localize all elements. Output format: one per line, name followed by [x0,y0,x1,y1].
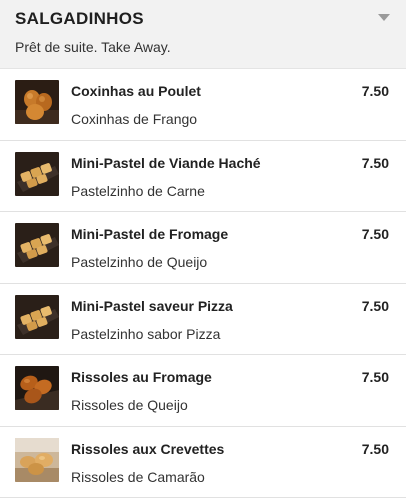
item-name: Coxinhas au Poulet [71,83,201,99]
menu-item[interactable]: Mini-Pastel de Fromage Pastelzinho de Qu… [0,212,406,284]
item-description: Rissoles de Queijo [71,397,188,413]
menu-item-list: Coxinhas au Poulet Coxinhas de Frango 7.… [0,69,406,498]
section-title: SALGADINHOS [15,9,144,28]
item-name: Rissoles au Fromage [71,369,212,385]
item-description: Pastelzinho de Queijo [71,254,208,270]
rissoles-photo [15,366,59,410]
menu-item[interactable]: Coxinhas au Poulet Coxinhas de Frango 7.… [0,69,406,141]
section-header[interactable]: SALGADINHOS Prêt de suite. Take Away. [0,0,406,69]
item-name: Mini-Pastel saveur Pizza [71,297,233,314]
item-price: 7.50 [361,440,389,457]
pastel-photo [15,151,59,196]
item-name: Mini-Pastel de Viande Haché [71,154,261,171]
item-description: Rissoles de Camarão [71,468,205,485]
chevron-down-icon[interactable] [378,14,390,21]
menu-item[interactable]: Rissoles au Fromage Rissoles de Queijo 7… [0,355,406,427]
item-description: Pastelzinho sabor Pizza [71,325,221,342]
item-price: 7.50 [361,226,389,242]
item-name: Mini-Pastel de Fromage [71,226,229,242]
item-price: 7.50 [361,154,389,171]
item-price: 7.50 [361,83,389,99]
menu-item[interactable]: Mini-Pastel de Viande Haché Pastelzinho … [0,141,406,212]
item-description: Pastelzinho de Carne [71,182,205,199]
pastel-photo [15,294,59,339]
item-name: Rissoles aux Crevettes [71,440,225,457]
coxinhas-photo [15,80,59,124]
pastel-photo [15,223,59,267]
rissoles-light-photo [15,437,59,482]
menu-item[interactable]: Rissoles aux Crevettes Rissoles de Camar… [0,427,406,498]
item-description: Coxinhas de Frango [71,111,198,127]
item-price: 7.50 [361,369,389,385]
menu-item[interactable]: Mini-Pastel saveur Pizza Pastelzinho sab… [0,284,406,355]
item-price: 7.50 [361,297,389,314]
section-subtitle: Prêt de suite. Take Away. [15,39,171,55]
